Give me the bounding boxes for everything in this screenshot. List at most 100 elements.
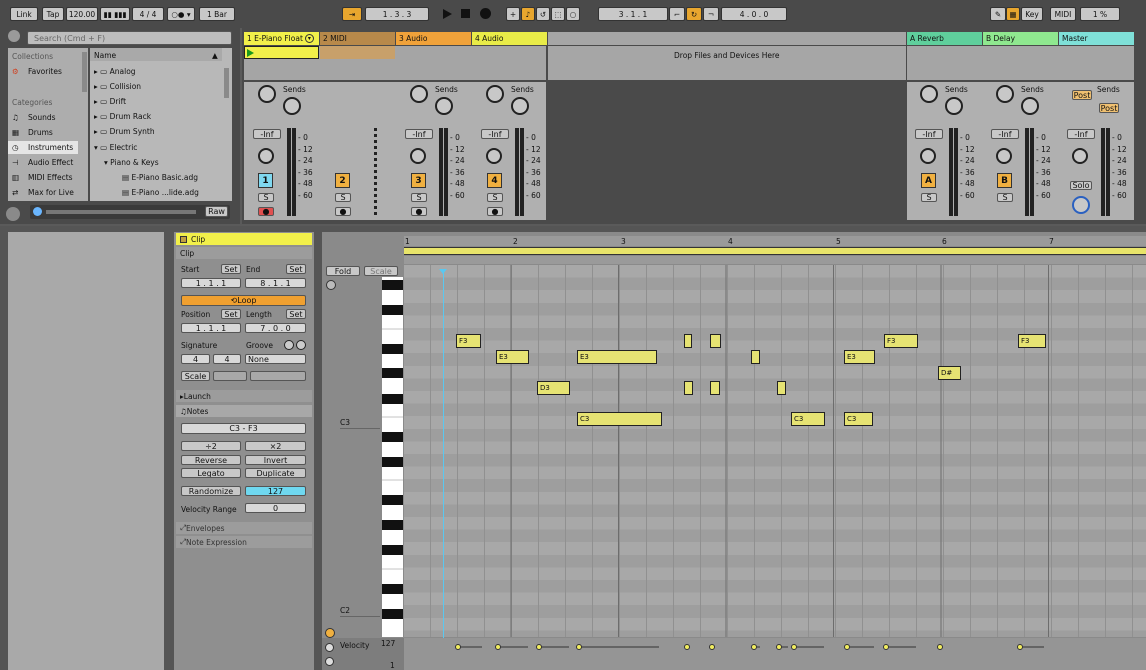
volume-field-1[interactable]: -Inf	[253, 129, 281, 139]
sidebar-item-favorites[interactable]: Favorites	[28, 67, 62, 76]
sidebar-item-instruments[interactable]: Instruments	[28, 143, 73, 152]
send-b-knob-3[interactable]	[435, 97, 453, 115]
folder-drum-synth[interactable]: ▸ ▭ Drum Synth	[94, 127, 155, 136]
midi-note[interactable]: E3	[496, 350, 529, 364]
punch-in-icon[interactable]: ⌐	[669, 7, 685, 21]
length-set-button[interactable]: Set	[286, 309, 306, 319]
preset-epiano-glide[interactable]: ▤ E-Piano ...lide.adg	[122, 188, 199, 197]
automation-arm-icon[interactable]: ♪	[521, 7, 535, 21]
cue-volume-knob[interactable]	[1072, 196, 1090, 214]
midi-note[interactable]	[684, 381, 693, 395]
punch-out-icon[interactable]: ¬	[703, 7, 719, 21]
half-button[interactable]: ÷2	[181, 441, 241, 451]
pan-knob-b[interactable]	[996, 148, 1012, 164]
midi-note[interactable]: C3	[577, 412, 662, 426]
solo-button-a[interactable]: S	[921, 193, 937, 202]
clip-slot-playing[interactable]	[244, 46, 319, 59]
launch-section-header[interactable]: ▸ Launch	[176, 390, 312, 402]
arm-button-4[interactable]: ●	[487, 207, 503, 216]
track-header-master[interactable]: Master	[1059, 32, 1134, 45]
double-button[interactable]: ×2	[245, 441, 306, 451]
track-activator-2[interactable]: 2	[335, 173, 350, 188]
metronome-button[interactable]: ○● ▾	[167, 7, 195, 21]
key-map-button[interactable]: Key	[1021, 7, 1043, 21]
clip-play-icon[interactable]	[247, 49, 254, 57]
length-field[interactable]: 7 . 0 . 0	[245, 323, 306, 333]
signature-field[interactable]: 4 / 4	[132, 7, 164, 21]
track-activator-1[interactable]: 1	[258, 173, 273, 188]
start-end-marker-lane[interactable]	[404, 256, 1146, 264]
pan-knob-1[interactable]	[258, 148, 274, 164]
arm-button-1[interactable]: ●	[258, 207, 274, 216]
duplicate-button[interactable]: Duplicate	[245, 468, 306, 478]
arm-button-3[interactable]: ●	[411, 207, 427, 216]
overdub-icon[interactable]: +	[506, 7, 520, 21]
solo-button-1[interactable]: S	[258, 193, 274, 202]
midi-note[interactable]: F3	[884, 334, 918, 348]
tempo-field[interactable]: 120.00	[66, 7, 98, 21]
tap-button[interactable]: Tap	[42, 7, 64, 21]
preview-toggle-icon[interactable]	[6, 207, 20, 221]
velocity-lane-toggle-icon[interactable]	[325, 643, 334, 652]
scale-name-select[interactable]	[250, 371, 306, 381]
folder-electric[interactable]: ▾ ▭ Electric	[94, 143, 137, 152]
midi-note[interactable]	[751, 350, 760, 364]
clip-color-icon[interactable]	[180, 235, 187, 243]
nudge-buttons[interactable]: ▮▮ ▮▮▮	[100, 7, 130, 21]
note-expression-section-header[interactable]: ⤢ Note Expression	[176, 536, 312, 548]
track-activator-a[interactable]: A	[921, 173, 936, 188]
solo-button-4[interactable]: S	[487, 193, 503, 202]
pan-knob-4[interactable]	[486, 148, 502, 164]
randomize-button[interactable]: Randomize	[181, 486, 241, 496]
midi-note[interactable]: D3	[537, 381, 570, 395]
post-button-2[interactable]: Post	[1099, 103, 1119, 113]
send-b-knob-a[interactable]	[945, 97, 963, 115]
arm-button-2[interactable]: ●	[335, 207, 351, 216]
solo-button-b[interactable]: S	[997, 193, 1013, 202]
midi-note[interactable]: F3	[1018, 334, 1046, 348]
midi-note[interactable]: F3	[456, 334, 481, 348]
midi-note[interactable]: E3	[577, 350, 657, 364]
solo-switch-master[interactable]: Solo	[1070, 181, 1092, 190]
browser-toggle-icon[interactable]	[8, 30, 20, 42]
loop-start-field[interactable]: 3 . 1 . 1	[598, 7, 668, 21]
volume-field-a[interactable]: -Inf	[915, 129, 943, 139]
track-header-a[interactable]: A Reverb	[907, 32, 982, 45]
clip-slot-2[interactable]	[320, 46, 395, 59]
track-header-1[interactable]: 1 E-Piano Float ▾	[244, 32, 319, 45]
loop-button[interactable]: ⟲ Loop	[181, 295, 306, 306]
randomize-amount-field[interactable]: 127	[245, 486, 306, 496]
preview-play-icon[interactable]	[33, 207, 42, 216]
loop-follow-icon[interactable]	[325, 628, 335, 638]
loop-brace[interactable]	[404, 247, 1146, 255]
reverse-button[interactable]: Reverse	[181, 455, 241, 465]
pan-knob-master[interactable]	[1072, 148, 1088, 164]
pan-knob-3[interactable]	[410, 148, 426, 164]
record-icon[interactable]	[480, 8, 491, 19]
solo-button-2[interactable]: S	[335, 193, 351, 202]
name-column-header[interactable]: Name	[94, 51, 116, 60]
folder-collision[interactable]: ▸ ▭ Collision	[94, 82, 141, 91]
scale-button[interactable]: Scale	[181, 371, 210, 381]
draw-mode-icon[interactable]: ✎	[990, 7, 1006, 21]
send-b-knob-4[interactable]	[511, 97, 529, 115]
browser-search-input[interactable]: Search (Cmd + F)	[27, 31, 232, 45]
signature-numerator[interactable]: 4	[181, 354, 210, 364]
stop-icon[interactable]	[461, 9, 470, 18]
note-range-field[interactable]: C3 - F3	[181, 423, 306, 434]
piano-keyboard[interactable]	[382, 277, 403, 637]
folder-piano-keys[interactable]: ▾ Piano & Keys	[104, 158, 159, 167]
scale-highlight-button[interactable]: Scale	[364, 266, 398, 276]
track-activator-4[interactable]: 4	[487, 173, 502, 188]
fold-button[interactable]: Fold	[326, 266, 360, 276]
midi-note[interactable]: C3	[791, 412, 825, 426]
add-lane-icon[interactable]	[325, 657, 334, 666]
track-fold-icon[interactable]: ▾	[304, 34, 314, 43]
send-a-knob-a[interactable]	[920, 85, 938, 103]
send-a-knob-1[interactable]	[258, 85, 276, 103]
track-header-2[interactable]: 2 MIDI	[320, 32, 395, 45]
note-grid[interactable]	[404, 265, 1146, 637]
pan-knob-a[interactable]	[920, 148, 936, 164]
raw-button[interactable]: Raw	[205, 206, 228, 217]
send-b-knob-b[interactable]	[1021, 97, 1039, 115]
